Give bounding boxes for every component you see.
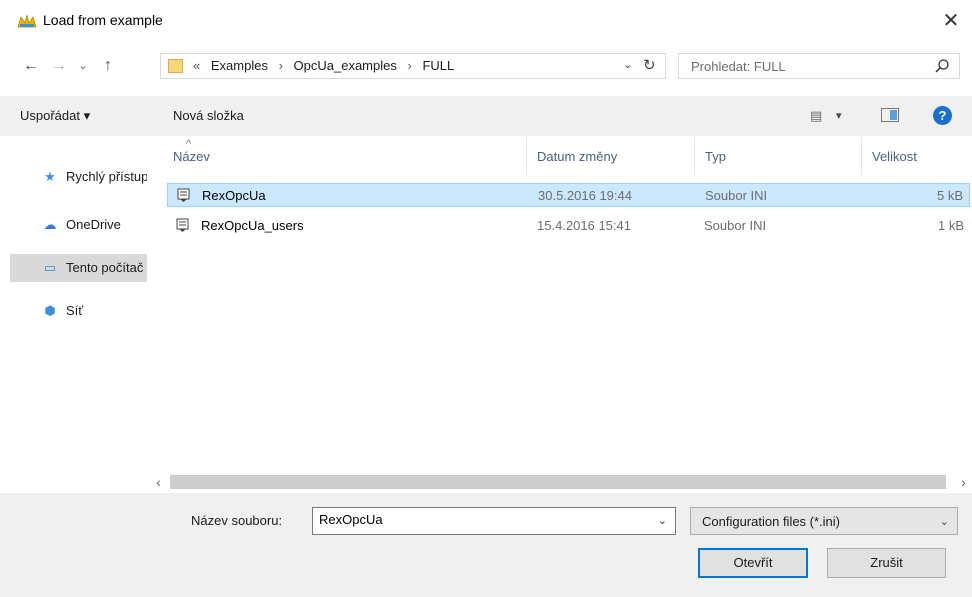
sidebar-item-network[interactable]: ⬢ Síť [10,297,147,325]
sidebar-item-label: Síť [66,303,84,318]
new-folder-button[interactable]: Nová složka [173,108,244,123]
filename-label: Název souboru: [191,513,283,528]
network-icon: ⬢ [44,303,56,318]
open-button[interactable]: Otevřít [698,548,808,578]
computer-icon: ▭ [43,260,57,275]
back-button[interactable]: ← [20,55,42,77]
scroll-right-icon[interactable]: › [955,473,972,492]
column-header-size[interactable]: Velikost [872,149,917,164]
search-input[interactable]: Prohledat: FULL [678,53,960,79]
file-size: 1 kB [937,218,964,233]
file-type-filter-value: Configuration files (*.ini) [702,514,841,529]
sidebar-item-label: Rychlý přístup [66,169,147,184]
title-bar: Load from example ✕ [0,0,972,42]
filter-dropdown-icon[interactable]: ⌄ [940,515,949,528]
scrollbar-thumb[interactable] [170,475,946,489]
file-name: RexOpcUa_users [201,218,304,233]
scroll-left-icon[interactable]: ‹ [150,473,167,492]
file-name: RexOpcUa [202,188,266,203]
up-button[interactable]: ↑ [98,55,118,77]
file-type: Soubor INI [705,188,768,203]
search-placeholder: Prohledat: FULL [691,59,786,74]
column-header-name[interactable]: Název [173,149,210,164]
address-bar[interactable]: « Examples › OpcUa_examples › FULL ⌄ ↻ [160,53,666,79]
column-header-date[interactable]: Datum změny [537,149,617,164]
breadcrumb: « Examples › OpcUa_examples › FULL [193,58,461,73]
app-icon [17,14,37,28]
file-type: Soubor INI [704,218,767,233]
view-dropdown-icon[interactable]: ▾ [836,109,842,122]
organize-button[interactable]: Uspořádat ▾ [20,108,90,124]
sidebar-item-quick-access[interactable]: ★ Rychlý přístup [10,163,147,191]
sidebar-item-label: Tento počítač [66,260,144,275]
column-divider[interactable] [694,137,695,175]
sidebar-item-label: OneDrive [66,217,121,232]
folder-icon [168,59,183,73]
star-icon: ★ [44,169,56,184]
preview-pane-icon[interactable] [881,108,899,122]
breadcrumb-overflow[interactable]: « [193,58,200,73]
cloud-icon: ☁ [43,217,57,232]
breadcrumb-separator-icon[interactable]: › [407,58,411,73]
filename-field[interactable] [319,512,649,527]
window-title: Load from example [43,12,163,28]
column-header-type[interactable]: Typ [705,149,726,164]
column-divider[interactable] [861,137,862,175]
file-row[interactable]: RexOpcUa_users 15.4.2016 15:41 Soubor IN… [167,214,970,238]
address-dropdown-icon[interactable]: ⌄ [623,58,632,71]
ini-file-icon [177,188,190,202]
file-date: 15.4.2016 15:41 [537,218,631,233]
forward-button[interactable]: → [48,55,70,77]
filename-combobox[interactable]: ⌄ [312,507,676,535]
recent-locations-button[interactable]: ⌄ [76,55,90,77]
file-type-filter-select[interactable]: Configuration files (*.ini) ⌄ [690,507,958,535]
file-size: 5 kB [936,188,963,203]
horizontal-scrollbar[interactable]: ‹ › [150,473,972,492]
help-icon[interactable]: ? [933,106,952,125]
sidebar-item-onedrive[interactable]: ☁ OneDrive [10,211,147,239]
breadcrumb-separator-icon[interactable]: › [279,58,283,73]
filename-dropdown-icon[interactable]: ⌄ [658,514,667,527]
command-toolbar: Uspořádat ▾ Nová složka ▤ ▾ ? [0,96,972,136]
search-icon[interactable] [934,58,950,74]
breadcrumb-item-examples[interactable]: Examples [211,58,268,73]
ini-file-icon [176,218,189,232]
file-row[interactable]: RexOpcUa 30.5.2016 19:44 Soubor INI 5 kB [167,183,970,207]
sidebar-item-this-pc[interactable]: ▭ Tento počítač [10,254,147,282]
breadcrumb-item-opcua-examples[interactable]: OpcUa_examples [294,58,397,73]
bottom-panel: Název souboru: ⌄ Configuration files (*.… [0,493,972,597]
cancel-button[interactable]: Zrušit [827,548,946,578]
close-button[interactable]: ✕ [937,8,965,34]
view-options-icon[interactable]: ▤ [810,108,822,124]
breadcrumb-item-full[interactable]: FULL [422,58,454,73]
file-date: 30.5.2016 19:44 [538,188,632,203]
refresh-icon[interactable]: ↻ [643,56,656,74]
column-divider[interactable] [526,137,527,175]
navigation-pane[interactable]: ★ Rychlý přístup ☁ OneDrive ▭ Tento počítač… [0,137,147,493]
